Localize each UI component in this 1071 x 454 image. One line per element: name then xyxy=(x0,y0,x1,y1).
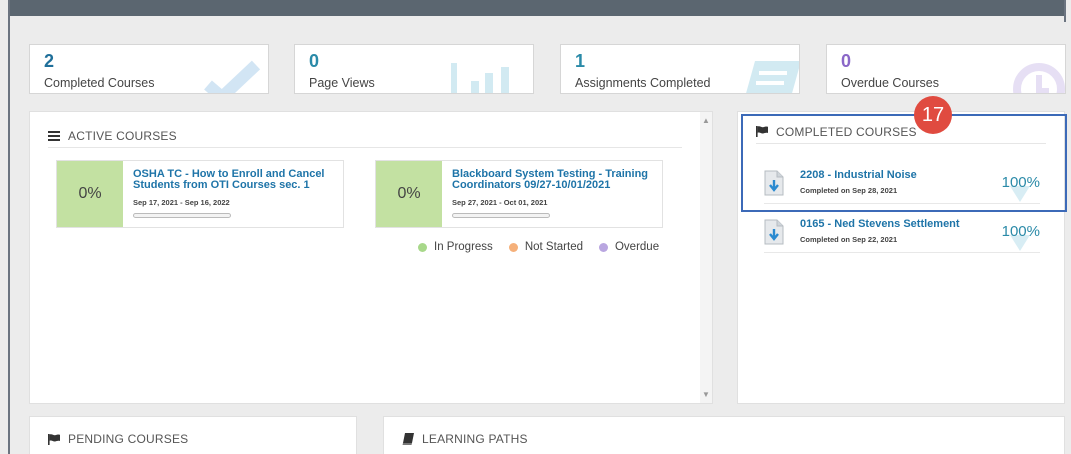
status-legend: In Progress Not Started Overdue xyxy=(418,241,659,253)
course-progress-percent: 0% xyxy=(376,161,442,227)
completed-percent: 100% xyxy=(1001,223,1040,240)
legend-label: In Progress xyxy=(434,241,493,253)
course-dates: Sep 17, 2021 - Sep 16, 2022 xyxy=(133,198,230,207)
active-courses-scrollbar[interactable]: ▲ ▼ xyxy=(700,112,712,403)
active-courses-header: ACTIVE COURSES xyxy=(48,124,682,148)
right-border xyxy=(1064,0,1066,22)
pending-courses-panel: PENDING COURSES xyxy=(29,416,357,454)
book-icon xyxy=(402,433,414,445)
stat-label: Assignments Completed xyxy=(575,76,711,90)
left-border xyxy=(8,0,10,454)
scroll-up-icon[interactable]: ▲ xyxy=(702,116,710,125)
highlight-box xyxy=(741,114,1067,212)
top-banner xyxy=(10,0,1064,16)
active-course-card[interactable]: 0% OSHA TC - How to Enroll and Cancel St… xyxy=(56,160,344,228)
course-progress-bar xyxy=(133,213,231,218)
learning-paths-panel: LEARNING PATHS xyxy=(383,416,1065,454)
completed-course-link[interactable]: 0165 - Ned Stevens Settlement xyxy=(800,218,960,230)
completed-date: Completed on Sep 22, 2021 xyxy=(800,235,898,244)
pending-courses-header: PENDING COURSES xyxy=(48,427,338,451)
legend-label: Not Started xyxy=(524,241,583,253)
stat-page-views[interactable]: 0 Page Views xyxy=(294,44,534,94)
list-icon xyxy=(48,130,60,141)
completed-course-row[interactable]: 0165 - Ned Stevens Settlement Completed … xyxy=(764,215,1040,253)
pending-courses-title: PENDING COURSES xyxy=(68,432,189,446)
document-download-icon xyxy=(764,219,784,245)
course-progress-percent: 0% xyxy=(57,161,123,227)
active-courses-panel: ACTIVE COURSES ▲ ▼ xyxy=(29,111,713,404)
course-progress-bar xyxy=(452,213,550,218)
learning-paths-header: LEARNING PATHS xyxy=(402,427,1046,451)
not-started-dot xyxy=(508,242,518,252)
clock-icon xyxy=(1013,63,1065,93)
scroll-down-icon[interactable]: ▼ xyxy=(702,390,710,399)
course-title-link[interactable]: Blackboard System Testing - Training Coo… xyxy=(452,169,652,191)
stat-value: 2 xyxy=(44,51,55,71)
stat-label: Overdue Courses xyxy=(841,76,939,90)
legend-label: Overdue xyxy=(614,241,660,253)
step-badge: 17 xyxy=(914,96,952,134)
legend-not-started: Not Started xyxy=(508,241,583,253)
stat-assignments-completed[interactable]: 1 Assignments Completed xyxy=(560,44,800,94)
stat-label: Completed Courses xyxy=(44,76,155,90)
legend-overdue: Overdue xyxy=(598,241,660,253)
flag-icon xyxy=(48,433,60,445)
learning-paths-title: LEARNING PATHS xyxy=(422,432,528,446)
active-course-card[interactable]: 0% Blackboard System Testing - Training … xyxy=(375,160,663,228)
stat-label: Page Views xyxy=(309,76,375,90)
in-progress-dot xyxy=(418,242,427,252)
legend-in-progress: In Progress xyxy=(418,241,493,253)
overdue-dot xyxy=(598,242,608,252)
stat-completed-courses[interactable]: 2 Completed Courses xyxy=(29,44,269,94)
active-courses-title: ACTIVE COURSES xyxy=(68,128,177,143)
list-icon xyxy=(746,61,799,93)
stat-value: 0 xyxy=(841,51,852,71)
check-icon xyxy=(204,60,261,93)
bar-chart-icon xyxy=(451,63,509,93)
stat-overdue-courses[interactable]: 0 Overdue Courses xyxy=(826,44,1066,94)
course-title-link[interactable]: OSHA TC - How to Enroll and Cancel Stude… xyxy=(133,169,333,191)
course-dates: Sep 27, 2021 - Oct 01, 2021 xyxy=(452,198,548,207)
stat-value: 1 xyxy=(575,51,586,71)
stat-value: 0 xyxy=(309,51,320,71)
